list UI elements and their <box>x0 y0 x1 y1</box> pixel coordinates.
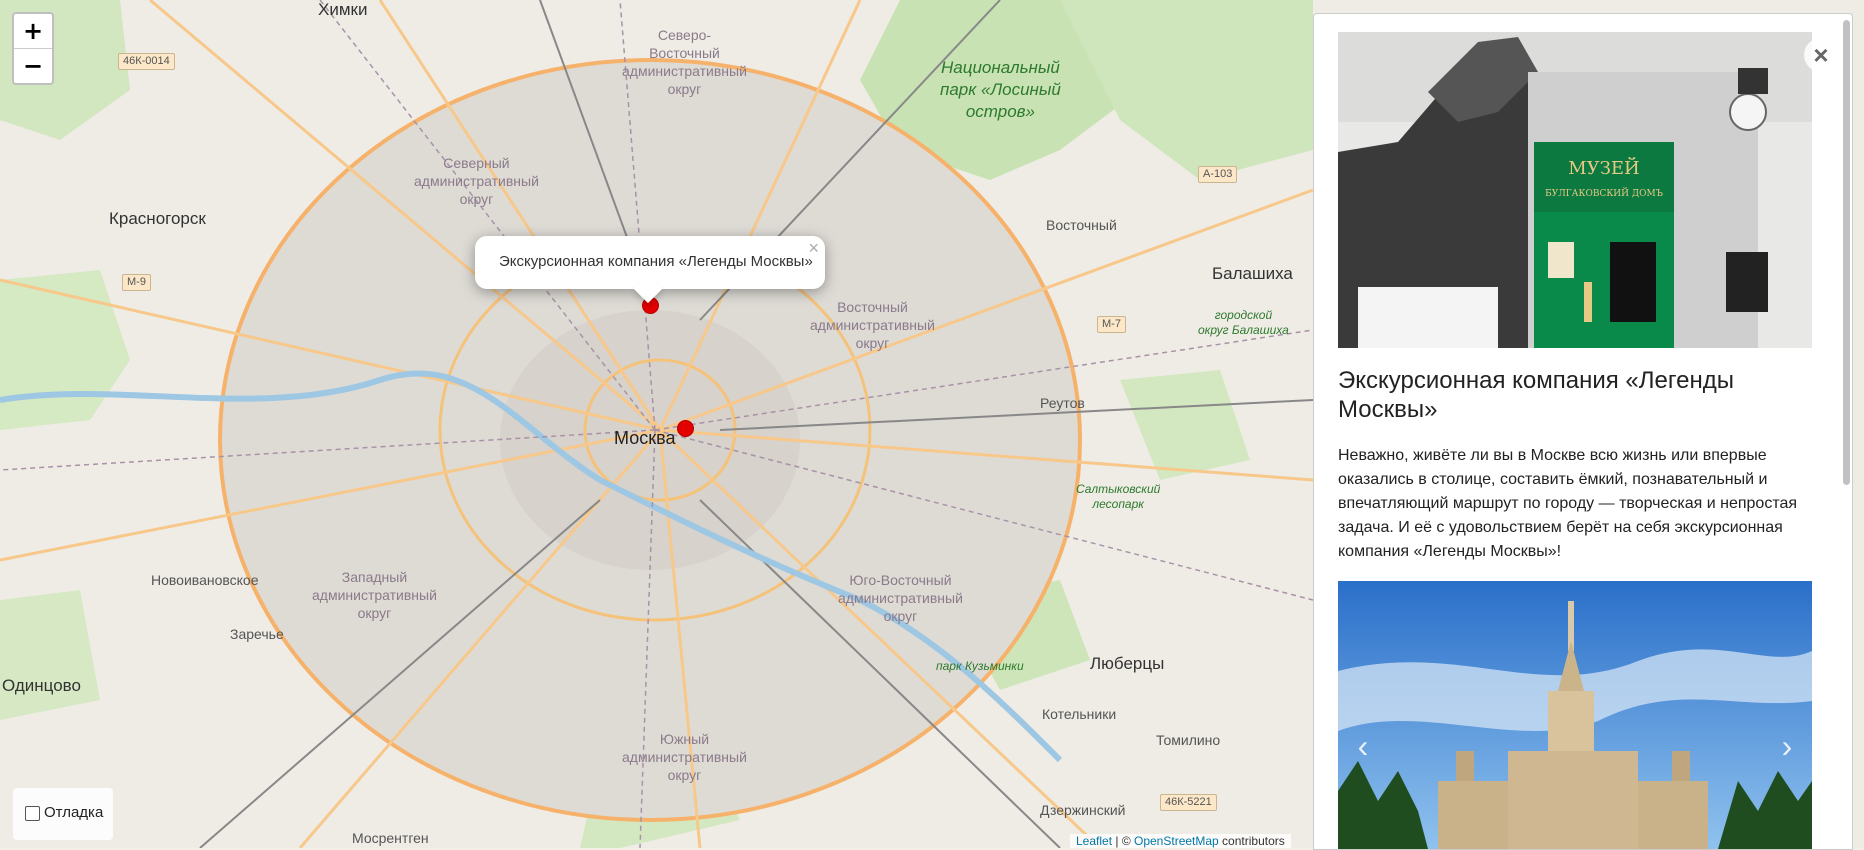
map-label-district-south: Южный административный округ <box>622 731 747 783</box>
panel-close-button[interactable]: × <box>1804 38 1838 72</box>
map-label-losiny-ostrov: Национальный парк «Лосиный остров» <box>940 58 1061 121</box>
map-label-kotelniki: Котельники <box>1042 706 1117 722</box>
map-attribution: Leaflet | © OpenStreetMap contributors <box>1070 834 1291 848</box>
map-marker[interactable] <box>677 420 694 437</box>
panel-title: Экскурсионная компания «Легенды Москвы» <box>1338 367 1734 423</box>
map-label-balashikha: Балашиха <box>1212 264 1293 283</box>
map-label-dzerzhinsky: Дзержинский <box>1040 802 1126 818</box>
panel-description: Неважно, живёте ли вы в Москве всю жизнь… <box>1338 447 1798 560</box>
map-label-tomilino: Томилино <box>1156 732 1221 748</box>
debug-checkbox[interactable] <box>25 806 40 821</box>
map-label-mosrentgen: Мосрентген <box>352 830 429 846</box>
map-label-balashikha-okrug: городской округ Балашиха <box>1198 308 1289 337</box>
map-popup: Экскурсионная компания «Легенды Москвы» … <box>475 236 825 304</box>
museum-sign-line2: БУЛГАКОВСКИЙ ДОМЪ <box>1545 187 1663 199</box>
road-shield-m9: М-9 <box>122 274 151 291</box>
attribution-suffix: contributors <box>1218 834 1285 848</box>
museum-photo-image: МУЗЕЙ БУЛГАКОВСКИЙ ДОМЪ <box>1338 32 1812 348</box>
zoom-in-button[interactable]: + <box>14 14 52 48</box>
panel-carousel: ‹ › <box>1338 581 1812 849</box>
road-shield-46k5221: 46К-5221 <box>1160 794 1217 811</box>
map-label-vostochny: Восточный <box>1046 217 1117 233</box>
map-label-district-north-east: Северо- Восточный административный округ <box>622 27 747 97</box>
info-panel: × МУЗЕЙ БУЛГАКОВСКИЙ ДОМЪ Экскурсионная … <box>1313 13 1853 850</box>
map-label-zarechye: Заречье <box>230 626 284 642</box>
map-label-moscow: Москва <box>614 428 676 448</box>
map-label-saltykovsky: Салтыковский лесопарк <box>1076 482 1161 511</box>
map-label-reutov: Реутов <box>1040 395 1085 411</box>
map-label-lyubertsy: Люберцы <box>1090 654 1165 673</box>
map-label-district-east: Восточный административный округ <box>810 299 935 351</box>
debug-label[interactable]: Отладка <box>44 804 103 821</box>
popup-close-button[interactable]: × <box>808 238 819 259</box>
road-shield-46k0014: 46К-0014 <box>118 53 175 70</box>
map-label-khimki: Химки <box>318 0 368 19</box>
map-label-krasnogorsk: Красногорск <box>109 209 206 228</box>
map-label-district-north: Северный административный округ <box>414 155 539 207</box>
map-label-odintsovo: Одинцово <box>2 676 81 695</box>
carousel-photo-mgu <box>1338 581 1812 849</box>
panel-photo-museum: МУЗЕЙ БУЛГАКОВСКИЙ ДОМЪ <box>1338 32 1812 348</box>
zoom-control: + − <box>12 12 54 85</box>
popup-text: Экскурсионная компания «Легенды Москвы» <box>499 253 813 270</box>
zoom-out-button[interactable]: − <box>14 48 52 83</box>
map-label-novoivanovskoe: Новоивановское <box>151 572 259 588</box>
map-label-district-west: Западный административный округ <box>312 569 437 621</box>
map-label-district-south-east: Юго-Восточный административный округ <box>838 572 963 624</box>
road-shield-m7: М-7 <box>1097 316 1126 333</box>
osm-link[interactable]: OpenStreetMap <box>1134 834 1219 848</box>
carousel-next-button[interactable]: › <box>1772 730 1802 762</box>
map-label-kuzminki: парк Кузьминки <box>936 659 1024 673</box>
museum-sign-line1: МУЗЕЙ <box>1568 156 1640 179</box>
carousel-prev-button[interactable]: ‹ <box>1348 730 1378 762</box>
attribution-separator: | © <box>1112 834 1134 848</box>
debug-control: Отладка <box>13 788 113 840</box>
road-shield-a103: А-103 <box>1198 166 1238 183</box>
leaflet-link[interactable]: Leaflet <box>1076 834 1112 848</box>
panel-scrollbar[interactable] <box>1843 20 1850 485</box>
